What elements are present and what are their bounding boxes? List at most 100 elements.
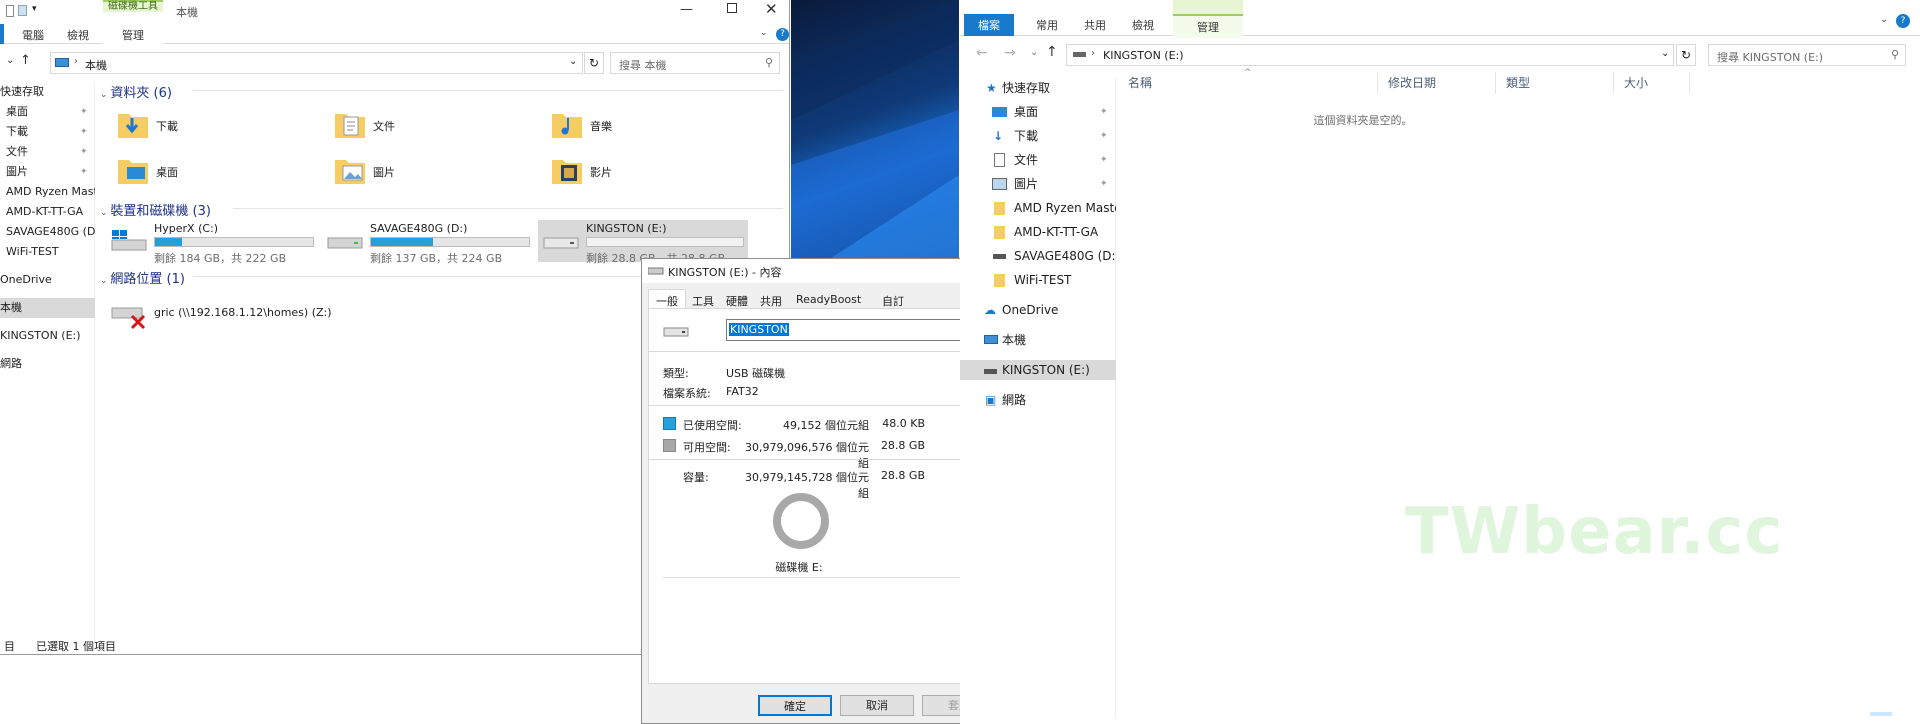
column-header-date[interactable]: 修改日期 <box>1378 72 1496 94</box>
recent-locations-icon[interactable]: ⌄ <box>6 55 14 66</box>
desktop-background <box>791 0 959 258</box>
cancel-button[interactable]: 取消 <box>840 695 914 716</box>
nav-item-wifi-test[interactable]: WiFi-TEST <box>960 270 1116 290</box>
tab-manage[interactable]: 管理 <box>103 24 163 46</box>
volume-label-input[interactable]: KINGSTON <box>726 319 960 341</box>
nav-item-onedrive[interactable]: ☁ OneDrive <box>960 300 1116 320</box>
recent-locations-icon[interactable]: ⌄ <box>1030 47 1038 58</box>
address-dropdown-icon[interactable]: ⌄ <box>569 56 577 67</box>
nav-item-amd-ryzen[interactable]: AMD Ryzen Maste <box>0 182 95 202</box>
file-tab-edge[interactable] <box>0 24 4 44</box>
capacity-label: 容量: <box>683 471 709 484</box>
folder-icon <box>994 274 1005 287</box>
drive-item-c[interactable]: HyperX (C:) 剩餘 184 GB，共 222 GB <box>110 220 315 265</box>
column-header-type[interactable]: 類型 <box>1496 72 1614 94</box>
nav-item-kingston[interactable]: KINGSTON (E:) <box>0 326 95 346</box>
drive-name: HyperX (C:) <box>154 222 219 235</box>
drive-item-e[interactable]: KINGSTON (E:) 剩餘 28.8 GB，共 28.8 GB <box>538 220 748 265</box>
up-arrow-icon[interactable]: ↑ <box>1046 44 1058 60</box>
drive-icon <box>993 254 1006 259</box>
address-path[interactable]: 本機 <box>85 57 107 73</box>
collapse-chevron-icon[interactable]: ⌄ <box>100 276 110 286</box>
collapse-chevron-icon[interactable]: ⌄ <box>100 208 110 218</box>
refresh-button[interactable]: ↻ <box>1676 44 1696 66</box>
pin-icon: ✦ <box>1100 179 1108 189</box>
address-path[interactable]: KINGSTON (E:) <box>1103 49 1184 62</box>
minimize-button[interactable]: — <box>680 2 693 17</box>
tab-readyboost[interactable]: ReadyBoost <box>788 289 869 310</box>
nav-item-downloads[interactable]: ↓ 下載 ✦ <box>960 126 1116 146</box>
folder-item-desktop[interactable]: 桌面 <box>116 152 316 192</box>
network-section-header[interactable]: ⌄ 網路位置 (1) <box>100 268 185 287</box>
used-space-swatch <box>663 417 676 430</box>
search-icon[interactable]: ⚲ <box>765 56 773 69</box>
nav-item-network[interactable]: ▣ 網路 <box>960 390 1116 410</box>
nav-item-amd-ryzen[interactable]: AMD Ryzen Maste <box>960 198 1116 218</box>
quick-access-toolbar-icon[interactable] <box>6 5 14 17</box>
column-header-size[interactable]: 大小 <box>1614 72 1690 94</box>
tab-file[interactable]: 檔案 <box>964 14 1014 36</box>
collapse-chevron-icon[interactable]: ⌄ <box>100 90 110 100</box>
view-toggle-icon[interactable] <box>1870 712 1892 716</box>
nav-item-this-pc[interactable]: 本機 <box>0 298 95 318</box>
nav-item-onedrive[interactable]: OneDrive <box>0 270 95 290</box>
up-arrow-icon[interactable]: ↑ <box>20 53 31 68</box>
nav-label: 文件 <box>1014 153 1039 167</box>
tab-share[interactable]: 共用 <box>1074 14 1116 36</box>
ribbon-expand-icon[interactable]: ⌄ <box>760 28 768 38</box>
properties-qat-icon[interactable] <box>18 5 27 16</box>
download-icon: ↓ <box>993 129 1004 143</box>
address-dropdown-icon[interactable]: ⌄ <box>1661 48 1669 59</box>
back-arrow-icon[interactable]: ← <box>976 45 988 61</box>
folder-item-videos[interactable]: 影片 <box>550 152 750 192</box>
tab-view[interactable]: 檢視 <box>57 24 99 46</box>
nav-item-savage[interactable]: SAVAGE480G (D:) <box>960 246 1116 266</box>
search-icon[interactable]: ⚲ <box>1891 48 1899 61</box>
nav-item-savage[interactable]: SAVAGE480G (D:) <box>0 222 95 242</box>
nav-item-amd-kt[interactable]: AMD-KT-TT-GA <box>0 202 95 222</box>
nav-item-pictures[interactable]: 圖片 ✦ <box>960 174 1116 194</box>
nav-item-wifi-test[interactable]: WiFi-TEST <box>0 242 95 262</box>
nav-item-documents[interactable]: 文件 ✦ <box>960 150 1116 170</box>
network-item-z[interactable]: gric (\\192.168.1.12\homes) (Z:) <box>110 300 410 332</box>
refresh-button[interactable]: ↻ <box>584 52 604 74</box>
address-bar[interactable]: › KINGSTON (E:) ⌄ <box>1066 44 1674 66</box>
address-bar[interactable]: › 本機 ⌄ <box>50 52 583 74</box>
nav-item-quick-access[interactable]: ★ 快速存取 <box>960 78 1116 98</box>
nav-item-this-pc[interactable]: 本機 <box>960 330 1116 350</box>
drive-usage-bar <box>370 237 530 247</box>
nav-item-amd-kt[interactable]: AMD-KT-TT-GA <box>960 222 1116 242</box>
drives-section-header[interactable]: ⌄ 裝置和磁碟機 (3) <box>100 200 211 219</box>
used-space-label: 已使用空間: <box>683 419 742 432</box>
folders-section-header[interactable]: ⌄ 資料夾 (6) <box>100 82 172 101</box>
search-input[interactable]: 搜尋 本機 ⚲ <box>610 52 780 74</box>
maximize-button[interactable] <box>727 3 737 13</box>
tab-computer[interactable]: 電腦 <box>12 24 54 46</box>
nav-item-pictures[interactable]: 圖片 ✦ <box>0 162 95 182</box>
nav-label: 桌面 <box>6 105 28 118</box>
pin-icon: ✦ <box>1100 107 1108 117</box>
close-button[interactable]: ✕ <box>765 0 778 18</box>
qat-dropdown-icon[interactable]: ▾ <box>32 4 37 14</box>
drive-item-d[interactable]: SAVAGE480G (D:) 剩餘 137 GB，共 224 GB <box>326 220 531 265</box>
help-icon[interactable]: ? <box>776 28 789 41</box>
tab-manage[interactable]: 管理 <box>1173 14 1243 38</box>
folder-item-downloads[interactable]: 下載 <box>116 106 316 146</box>
nav-item-downloads[interactable]: 下載 ✦ <box>0 122 95 142</box>
forward-arrow-icon[interactable]: → <box>1004 45 1016 61</box>
tab-view[interactable]: 檢視 <box>1122 14 1164 36</box>
nav-item-quick-access[interactable]: 快速存取 <box>0 82 95 102</box>
folder-item-pictures[interactable]: 圖片 <box>333 152 533 192</box>
nav-item-desktop[interactable]: 桌面 ✦ <box>0 102 95 122</box>
folder-item-music[interactable]: 音樂 <box>550 106 750 146</box>
folder-item-documents[interactable]: 文件 <box>333 106 533 146</box>
nav-item-kingston[interactable]: KINGSTON (E:) <box>960 360 1116 380</box>
nav-item-documents[interactable]: 文件 ✦ <box>0 142 95 162</box>
apply-button[interactable]: 套用 <box>922 695 960 716</box>
nav-item-desktop[interactable]: 桌面 ✦ <box>960 102 1116 122</box>
nav-item-network[interactable]: 網路 <box>0 354 95 374</box>
nav-label: 網路 <box>1002 393 1027 407</box>
tab-home[interactable]: 常用 <box>1026 14 1068 36</box>
search-input[interactable]: 搜尋 KINGSTON (E:) ⚲ <box>1708 44 1906 66</box>
ok-button[interactable]: 確定 <box>758 695 832 716</box>
